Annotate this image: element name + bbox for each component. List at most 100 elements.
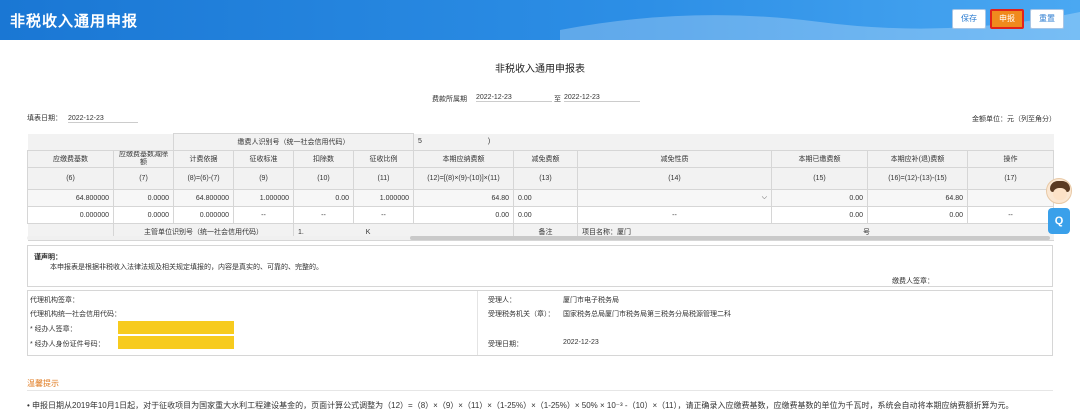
accept-date-value: 2022-12-23 xyxy=(563,339,599,346)
chat-icon[interactable]: Q xyxy=(1048,208,1070,234)
payer-id-row: 缴费人识别号（统一社会信用代码） 5 ) xyxy=(27,133,1054,151)
cell-paid: 0.00 xyxy=(771,189,868,207)
col-code: (6) xyxy=(27,167,114,190)
declaration-box: 谨声明： 本申报表是根据非税收入法律法规及相关规定填报的，内容是真实的、可靠的、… xyxy=(27,245,1053,287)
payer-sign-label: 缴费人签章： xyxy=(892,278,934,285)
agency-code-label: 代理机构统一社会信用代码： xyxy=(30,311,121,318)
cell-action: -- xyxy=(966,206,1055,224)
period-to-label: 至 xyxy=(554,96,561,103)
amount-unit-label: 金额单位：元（列至角分） xyxy=(972,116,1056,123)
col-header: 操作 xyxy=(966,150,1055,168)
col-header: 应缴费基数 xyxy=(27,150,114,168)
avatar-face xyxy=(1053,188,1067,200)
notice-text: • 申报日期从2019年10月1日起，对于征收项目为国家重大水利工程建设基金的，… xyxy=(27,401,1014,410)
cell-deduction[interactable]: 0.0000 xyxy=(113,189,174,207)
divider xyxy=(477,291,478,355)
col-header: 征收比例 xyxy=(353,150,414,168)
supervisor-value-text: 1. xyxy=(298,228,304,236)
cell-deduction: 0.0000 xyxy=(113,206,174,224)
cell-base[interactable]: 64.800000 xyxy=(27,189,114,207)
col-code: (16)=(12)-(13)-(15) xyxy=(867,167,968,190)
cell-relief: 0.00 xyxy=(513,206,578,224)
fill-date-field[interactable]: 2022-12-23 xyxy=(67,115,138,123)
receiver-value: 厦门市电子税务局 xyxy=(563,297,619,304)
fill-date-row: 填表日期： 2022-12-23 xyxy=(27,113,138,123)
project-suffix: 号 xyxy=(862,229,870,236)
assistant-avatar[interactable] xyxy=(1046,178,1072,204)
horizontal-scrollbar[interactable] xyxy=(410,236,1050,240)
cell-deduct: -- xyxy=(293,206,354,224)
payer-id-close: ) xyxy=(487,138,491,146)
declaration-text: 本申报表是根据非税收入法律法规及相关规定填报的，内容是真实的、可靠的、完整的。 xyxy=(50,264,323,271)
col-code: (11) xyxy=(353,167,414,190)
cell-basis: 0.000000 xyxy=(173,206,234,224)
col-header: 应缴费基数减除额 xyxy=(113,150,174,168)
chevron-down-icon[interactable]: ⌵ xyxy=(762,194,767,201)
project-name: 项目名称：厦门 xyxy=(582,229,631,236)
cell-ratio: 1.000000 xyxy=(353,189,414,207)
col-code: (14) xyxy=(577,167,772,190)
column-header-row: 应缴费基数 应缴费基数减除额 计费依据 征收标准 扣除数 征收比例 本期应纳费额… xyxy=(27,150,1055,168)
col-header: 本期应纳费额 xyxy=(413,150,514,168)
table-row: 0.000000 0.0000 0.000000 -- -- -- 0.00 0… xyxy=(27,206,1055,224)
supervisor-value-text2: K xyxy=(365,228,371,236)
cell-payable: 64.80 xyxy=(413,189,514,207)
cell-relief[interactable]: 0.00 xyxy=(513,189,578,207)
payer-id-label: 缴费人识别号（统一社会信用代码） xyxy=(173,133,414,151)
form-title: 非税收入通用申报表 xyxy=(495,64,585,75)
cell-standard: -- xyxy=(233,206,294,224)
tax-office-value: 国家税务总局厦门市税务局第三税务分局税源管理二科 xyxy=(563,311,731,318)
period-to-field[interactable]: 2022-12-23 xyxy=(564,94,640,102)
relief-nature-select[interactable]: ⌵ xyxy=(577,189,772,207)
notice-divider xyxy=(27,390,1053,391)
notice-title: 温馨提示 xyxy=(27,379,59,388)
cell-deduct: 0.00 xyxy=(293,189,354,207)
cell-action xyxy=(966,189,1055,207)
accept-date-label: 受理日期： xyxy=(488,341,523,348)
payer-id-value-text: 5 xyxy=(418,138,422,146)
period-label: 费款所属期 xyxy=(432,96,467,103)
col-code: (13) xyxy=(513,167,578,190)
handler-seal-field[interactable] xyxy=(118,321,234,334)
cell-base: 0.000000 xyxy=(27,206,114,224)
payer-sign-field[interactable] xyxy=(936,272,1044,284)
col-header: 征收标准 xyxy=(233,150,294,168)
receiver-label: 受理人： xyxy=(488,297,516,304)
col-header: 减免费额 xyxy=(513,150,578,168)
cell-standard: 1.000000 xyxy=(233,189,294,207)
col-header: 本期已缴费额 xyxy=(771,150,868,168)
col-code: (15) xyxy=(771,167,868,190)
handler-id-field[interactable] xyxy=(118,336,234,349)
agent-section: 代理机构签章： 代理机构统一社会信用代码： * 经办人签章： * 经办人身份证件… xyxy=(27,290,1053,356)
col-code: (8)=(6)-(7) xyxy=(173,167,234,190)
col-code: (17) xyxy=(966,167,1055,190)
column-code-row: (6) (7) (8)=(6)-(7) (9) (10) (11) (12)=[… xyxy=(27,167,1055,190)
declaration-title: 谨声明： xyxy=(34,254,62,261)
col-header: 计费依据 xyxy=(173,150,234,168)
col-header: 减免性质 xyxy=(577,150,772,168)
handler-seal-label: * 经办人签章： xyxy=(30,326,77,333)
col-code: (9) xyxy=(233,167,294,190)
reset-button[interactable]: 重置 xyxy=(1030,9,1064,29)
cell-ratio: -- xyxy=(353,206,414,224)
declaration-table: 缴费人识别号（统一社会信用代码） 5 ) 应缴费基数 应缴费基数减除额 计费依据… xyxy=(27,133,1055,241)
agency-seal-label: 代理机构签章： xyxy=(30,297,79,304)
blank-cell xyxy=(27,133,174,151)
col-code: (7) xyxy=(113,167,174,190)
handler-id-label: * 经办人身份证件号码： xyxy=(30,341,105,348)
cell-paid: 0.00 xyxy=(771,206,868,224)
payer-id-value: 5 ) xyxy=(412,133,1054,151)
cell-payable: 0.00 xyxy=(413,206,514,224)
tax-office-label: 受理税务机关（章）： xyxy=(488,311,555,318)
cell-basis: 64.800000 xyxy=(173,189,234,207)
cell-relief-nature: -- xyxy=(577,206,772,224)
period-from-field[interactable]: 2022-12-23 xyxy=(476,94,552,102)
col-header: 本期应补(退)费额 xyxy=(867,150,968,168)
col-code: (10) xyxy=(293,167,354,190)
submit-button[interactable]: 申报 xyxy=(990,9,1024,29)
col-header: 扣除数 xyxy=(293,150,354,168)
col-code: (12)=[(8)×(9)-(10)]×(11) xyxy=(413,167,514,190)
save-button[interactable]: 保存 xyxy=(952,9,986,29)
page-title: 非税收入通用申报 xyxy=(10,13,139,30)
table-row: 64.800000 0.0000 64.800000 1.000000 0.00… xyxy=(27,189,1055,207)
